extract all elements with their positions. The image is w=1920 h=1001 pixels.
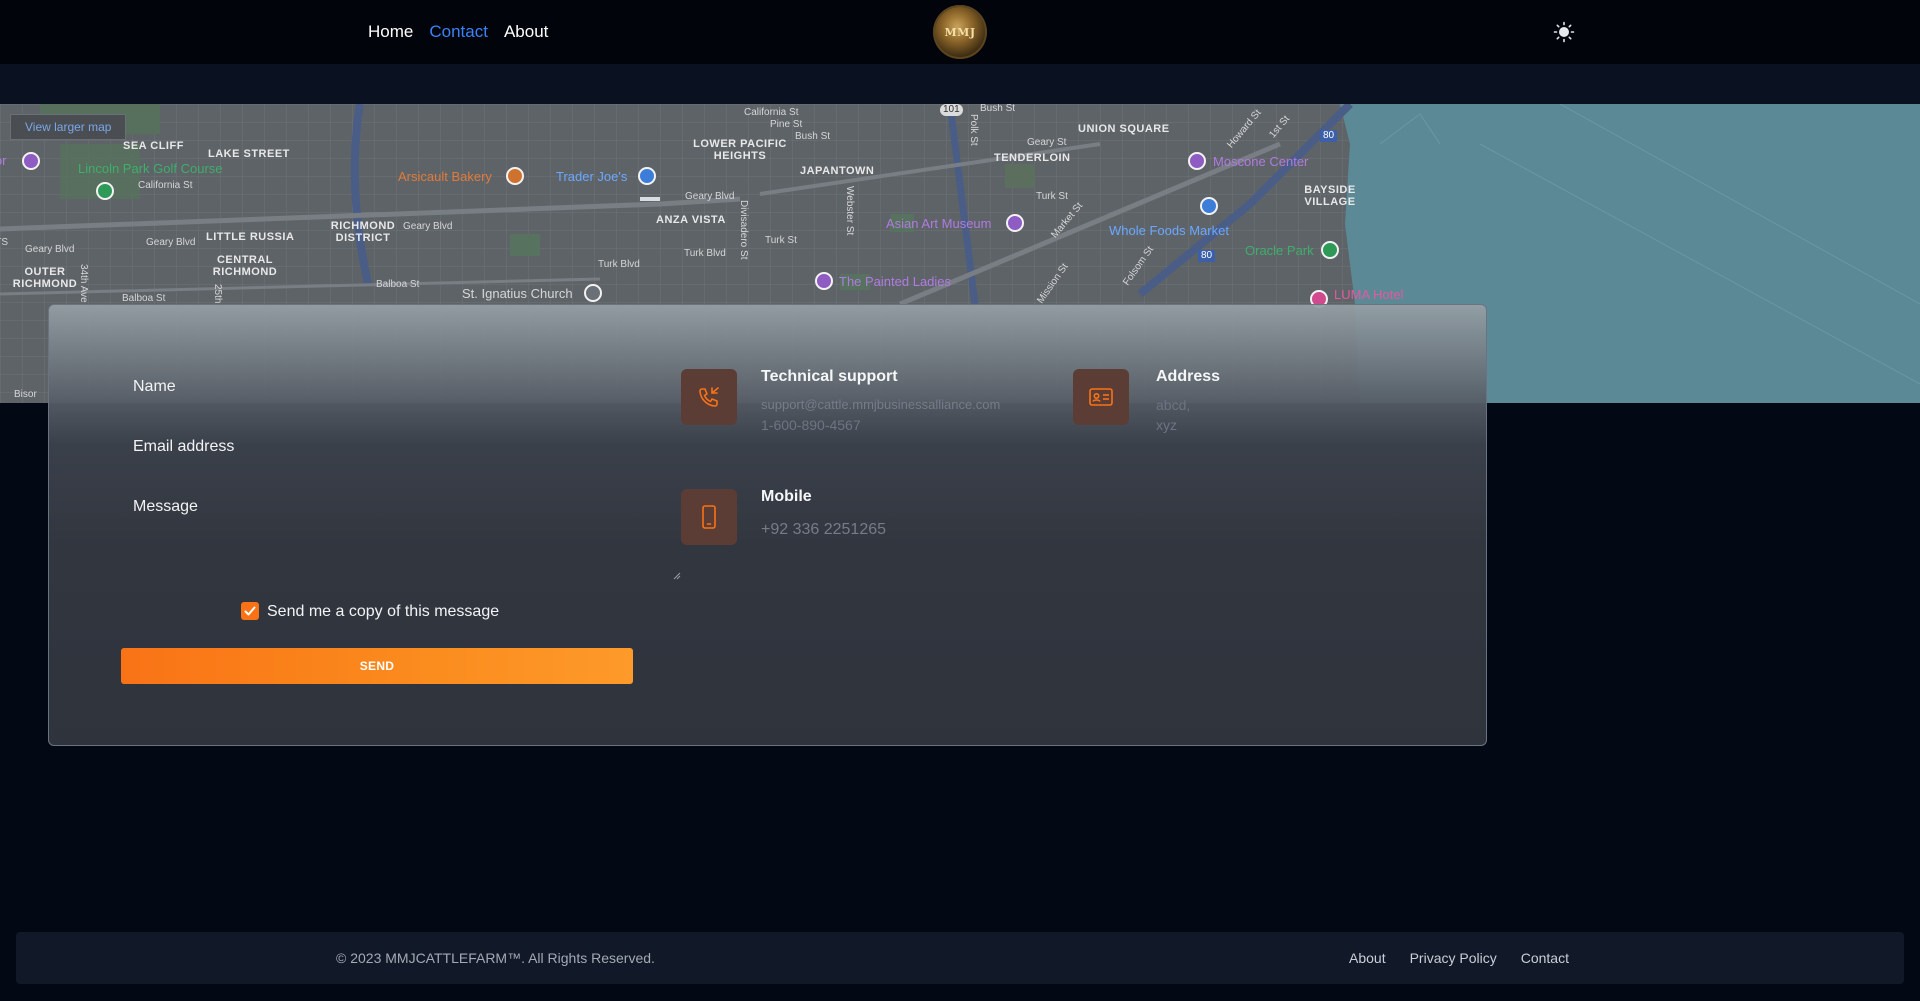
nav-links: Home Contact About — [368, 22, 548, 42]
message-field[interactable]: Message — [133, 498, 198, 516]
map-label: Geary Blvd — [25, 244, 75, 255]
technical-support-title: Technical support — [761, 368, 898, 385]
highway-shield: 80 — [1320, 130, 1338, 142]
address-line-2: xyz — [1156, 417, 1177, 433]
copy-checkbox[interactable] — [241, 602, 259, 620]
map-label: ANZA VISTA — [656, 214, 726, 226]
map-label: Arsicault Bakery — [398, 169, 492, 184]
email-field[interactable]: Email address — [133, 438, 234, 456]
nav-link-contact[interactable]: Contact — [429, 22, 488, 42]
brand-logo[interactable]: MMJ — [933, 5, 987, 59]
church-pin-icon[interactable] — [584, 284, 602, 302]
map-label: RICHMOND DISTRICT — [330, 220, 396, 244]
footer-link-privacy[interactable]: Privacy Policy — [1410, 950, 1497, 966]
sub-header-bar — [0, 64, 1920, 104]
map-label: BAYSIDE VILLAGE — [1304, 184, 1356, 208]
address-title: Address — [1156, 368, 1221, 385]
phone-call-icon — [681, 369, 737, 425]
map-label: 34th Ave — [78, 264, 89, 303]
map-label: Pine St — [770, 119, 803, 130]
send-button[interactable]: SEND — [121, 648, 633, 684]
mobile-number: +92 336 2251265 — [761, 521, 887, 538]
map-label: Geary Blvd — [685, 191, 735, 202]
map-label: Balboa St — [376, 279, 420, 290]
address-card-icon — [1073, 369, 1129, 425]
map-label: The Painted Ladies — [839, 274, 952, 289]
highway-shield: 101 — [940, 104, 963, 116]
map-label: Oracle Park — [1245, 243, 1314, 258]
contact-card: Name Email address Message Send me a cop… — [48, 304, 1487, 746]
map-label: Bush St — [795, 131, 831, 142]
nav-link-home[interactable]: Home — [368, 22, 413, 42]
map-label: Trader Joe's — [556, 169, 628, 184]
map-label: Bisor — [14, 389, 37, 400]
mobile-phone-icon — [681, 489, 737, 545]
map-label: Balboa St — [122, 293, 166, 304]
museum-pin-icon[interactable] — [1006, 214, 1024, 232]
map-label: California St — [744, 107, 799, 118]
map-label: LOWER PACIFIC HEIGHTS — [693, 138, 787, 162]
map-label: California St — [138, 180, 193, 191]
resize-handle-icon[interactable] — [673, 567, 681, 580]
map-label: Moscone Center — [1213, 154, 1309, 169]
map-label: UNION SQUARE — [1078, 123, 1170, 135]
map-label: Whole Foods Market — [1109, 223, 1229, 238]
map-label: NTS — [0, 237, 8, 248]
map-label: Asian Art Museum — [886, 216, 992, 231]
nav-link-about[interactable]: About — [504, 22, 548, 42]
map-label: TENDERLOIN — [994, 152, 1071, 164]
highway-shield: 80 — [1198, 250, 1216, 262]
map-label: Geary Blvd — [146, 237, 196, 248]
map-label: Turk St — [765, 235, 797, 246]
restaurant-pin-icon[interactable] — [506, 167, 524, 185]
support-phone: 1-600-890-4567 — [761, 417, 861, 433]
footer-link-contact[interactable]: Contact — [1521, 950, 1569, 966]
attraction-pin-icon[interactable] — [815, 272, 833, 290]
map-label: Divisadero St — [738, 200, 749, 260]
copy-checkbox-label: Send me a copy of this message — [267, 603, 500, 620]
map-label: 25th — [212, 284, 223, 304]
name-field[interactable]: Name — [133, 378, 176, 396]
map-label: Bush St — [980, 104, 1016, 114]
map-label: LITTLE RUSSIA — [206, 231, 295, 243]
view-larger-map-link[interactable]: View larger map — [10, 114, 127, 140]
shopping-pin-icon[interactable] — [1200, 197, 1218, 215]
map-label: St. Ignatius Church — [462, 286, 573, 301]
logo-text: MMJ — [944, 25, 976, 39]
mobile-title: Mobile — [761, 488, 812, 505]
shopping-pin-icon[interactable] — [638, 167, 656, 185]
footer-links: About Privacy Policy Contact — [1349, 950, 1569, 966]
map-label: Turk St — [1036, 191, 1068, 202]
stadium-pin-icon[interactable] — [1321, 241, 1339, 259]
top-navbar: Home Contact About MMJ — [0, 0, 1920, 64]
support-email[interactable]: support@cattle.mmjbusinessalliance.com — [761, 397, 1000, 412]
map-label: Turk Blvd — [598, 259, 640, 270]
map-label: Geary Blvd — [403, 221, 453, 232]
map-label: LUMA Hotel — [1334, 287, 1404, 302]
map-label: Turk Blvd — [684, 248, 726, 259]
map-label: Lincoln Park Golf Course — [78, 161, 223, 176]
map-label: OUTER RICHMOND — [12, 266, 78, 290]
map-label: JAPANTOWN — [800, 165, 875, 177]
footer-link-about[interactable]: About — [1349, 950, 1386, 966]
check-icon — [244, 606, 256, 616]
footer: © 2023 MMJCATTLEFARM™. All Rights Reserv… — [16, 932, 1904, 984]
museum-pin-icon[interactable] — [22, 152, 40, 170]
map-label: LAKE STREET — [208, 148, 290, 160]
copyright-text: © 2023 MMJCATTLEFARM™. All Rights Reserv… — [336, 950, 655, 966]
map-label: SEA CLIFF — [123, 140, 184, 152]
map-label: Geary St — [1027, 137, 1067, 148]
sun-icon[interactable] — [1553, 21, 1575, 43]
map-label: CENTRAL RICHMOND — [212, 254, 278, 278]
map-label: Webster St — [844, 186, 855, 236]
venue-pin-icon[interactable] — [1188, 152, 1206, 170]
map-label: Polk St — [968, 114, 979, 146]
map-label: ior — [0, 153, 7, 168]
address-line-1: abcd, — [1156, 397, 1191, 413]
golf-pin-icon[interactable] — [96, 182, 114, 200]
